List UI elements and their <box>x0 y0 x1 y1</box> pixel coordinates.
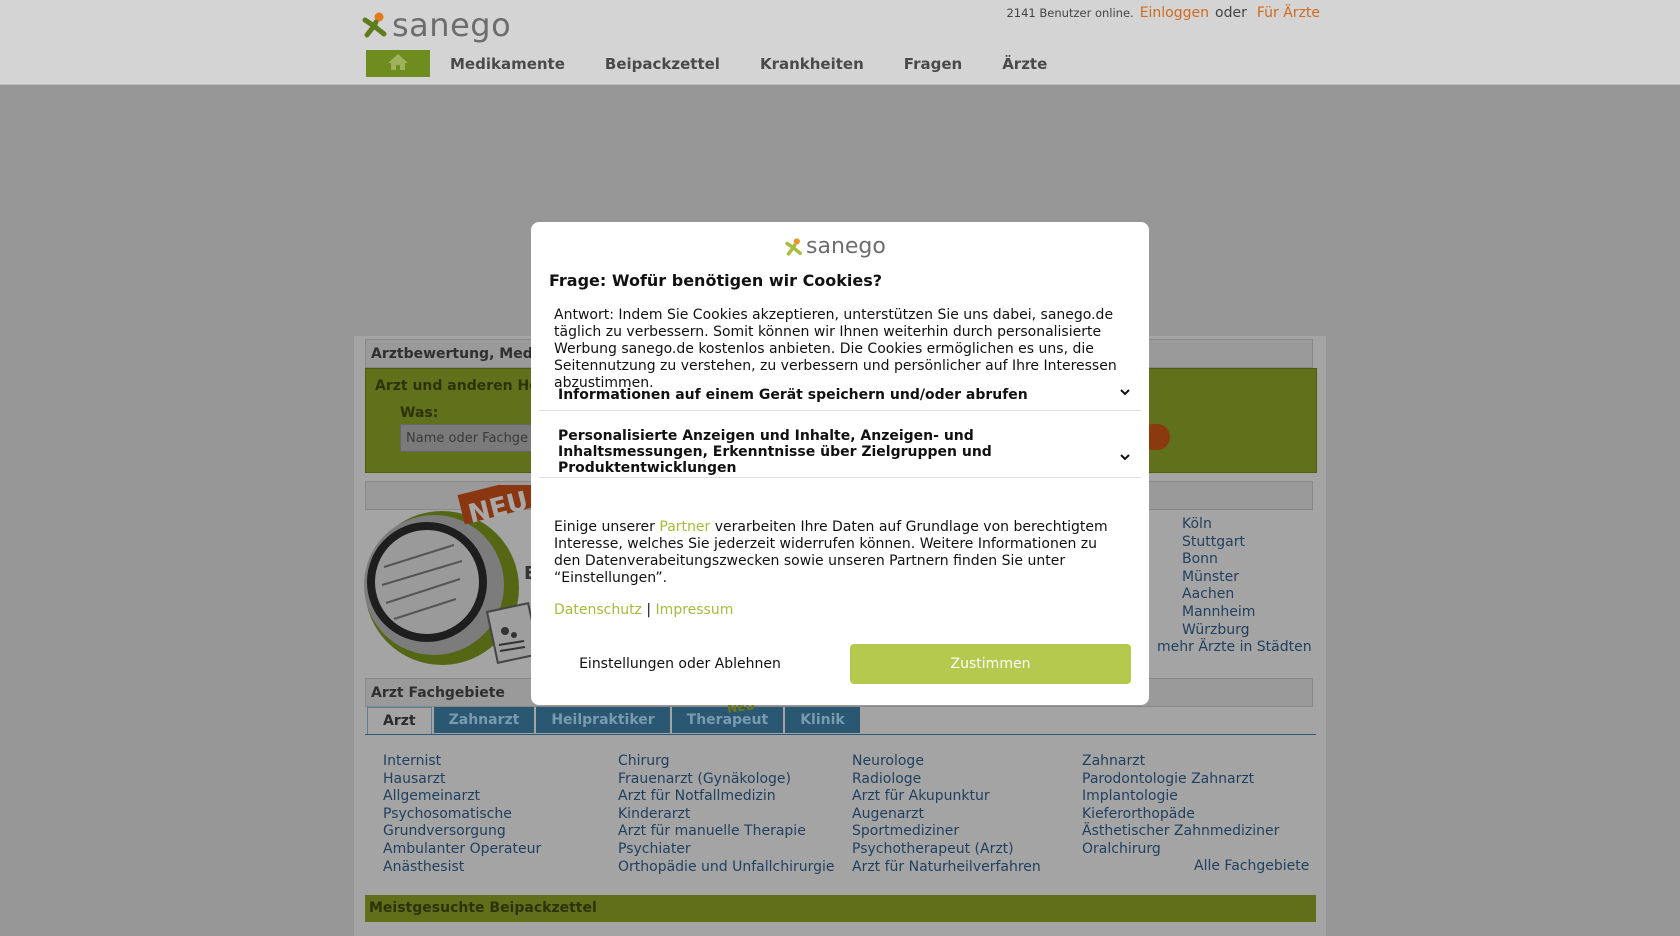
logo-text: sanego <box>392 6 512 44</box>
city-link-mannheim[interactable]: Mannheim <box>1182 604 1255 622</box>
fach-link[interactable]: Augenarzt <box>852 806 1041 824</box>
nav-item-fragen[interactable]: Fragen <box>904 55 962 73</box>
accept-button[interactable]: Zustimmen <box>850 644 1131 684</box>
for-doctors-link[interactable]: Für Ärzte <box>1257 5 1320 21</box>
cookie-consent-dialog: sanego Frage: Wofür benötigen wir Cookie… <box>531 222 1149 705</box>
privacy-link[interactable]: Datenschutz <box>554 602 642 618</box>
partner-text-pre: Einige unserer <box>554 519 655 535</box>
search-what-label: Was: <box>400 405 439 421</box>
fach-column-4: Zahnarzt Parodontologie Zahnarzt Implant… <box>1082 753 1279 859</box>
tab-divider <box>365 734 1316 735</box>
fach-link[interactable]: Orthopädie und Unfallchirurgie <box>618 859 835 877</box>
fach-link[interactable]: Oralchirurg <box>1082 841 1279 859</box>
top-links: 2141 Benutzer online. Einloggen oder Für… <box>1006 5 1320 21</box>
fach-link[interactable]: Anästhesist <box>383 859 541 877</box>
fach-column-3: Neurologe Radiologe Arzt für Akupunktur … <box>852 753 1041 876</box>
city-link-bonn[interactable]: Bonn <box>1182 551 1255 569</box>
accordion-store-info-title: Informationen auf einem Gerät speichern … <box>558 387 1028 403</box>
city-link-stuttgart[interactable]: Stuttgart <box>1182 534 1255 552</box>
fach-link[interactable]: Psychiater <box>618 841 835 859</box>
fach-link[interactable]: Implantologie <box>1082 788 1279 806</box>
fach-link[interactable]: Allgemeinarzt <box>383 788 541 806</box>
nav-home-button[interactable] <box>366 50 430 77</box>
fach-column-1: Internist Hausarzt Allgemeinarzt Psychos… <box>383 753 541 876</box>
fach-tabs: Arzt Zahnarzt Heilpraktiker Therapeut Kl… <box>367 707 862 734</box>
login-link[interactable]: Einloggen <box>1140 5 1209 21</box>
accordion-personalized-ads-title: Personalisierte Anzeigen und Inhalte, An… <box>558 428 992 476</box>
fach-link[interactable]: Chirurg <box>618 753 835 771</box>
chevron-down-icon <box>1119 451 1131 466</box>
fach-link[interactable]: Neurologe <box>852 753 1041 771</box>
city-link-aachen[interactable]: Aachen <box>1182 586 1255 604</box>
fach-link[interactable]: Grundversorgung <box>383 823 541 841</box>
settings-or-decline-button[interactable]: Einstellungen oder Ablehnen <box>554 644 806 684</box>
dialog-answer-text: Antwort: Indem Sie Cookies akzeptieren, … <box>554 307 1117 391</box>
tab-heilpraktiker[interactable]: Heilpraktiker <box>536 707 670 733</box>
fach-link[interactable]: Kieferorthopäde <box>1082 806 1279 824</box>
fach-link[interactable]: Zahnarzt <box>1082 753 1279 771</box>
accordion-personalized-ads[interactable]: Personalisierte Anzeigen und Inhalte, An… <box>539 411 1141 478</box>
partner-link[interactable]: Partner <box>659 519 710 535</box>
fach-link[interactable]: Arzt für Naturheilverfahren <box>852 859 1041 877</box>
partner-notice: Einige unserer Partner verarbeiten Ihre … <box>554 519 1124 587</box>
dialog-logo-text: sanego <box>806 234 886 259</box>
nav-item-medikamente[interactable]: Medikamente <box>450 55 565 73</box>
dialog-logo: sanego <box>785 234 886 259</box>
fach-link[interactable]: Hausarzt <box>383 771 541 789</box>
link-separator: | <box>646 602 652 618</box>
fach-column-2: Chirurg Frauenarzt (Gynäkologe) Arzt für… <box>618 753 835 876</box>
nav-item-krankheiten[interactable]: Krankheiten <box>760 55 864 73</box>
fach-link[interactable]: Ambulanter Operateur <box>383 841 541 859</box>
site-header: sanego 2141 Benutzer online. Einloggen o… <box>0 0 1680 85</box>
fach-link[interactable]: Frauenarzt (Gynäkologe) <box>618 771 835 789</box>
fach-link[interactable]: Arzt für Akupunktur <box>852 788 1041 806</box>
sanego-logo-icon <box>362 12 388 38</box>
nav-item-aerzte[interactable]: Ärzte <box>1002 55 1047 73</box>
chevron-down-icon <box>1119 386 1131 401</box>
dialog-question: Frage: Wofür benötigen wir Cookies? <box>549 271 883 290</box>
fach-link[interactable]: Psychosomatische <box>383 806 541 824</box>
fach-link[interactable]: Ästhetischer Zahnmediziner <box>1082 823 1279 841</box>
dialog-footer-links: Datenschutz | Impressum <box>554 602 733 618</box>
more-cities-link[interactable]: mehr Ärzte in Städten <box>1157 639 1312 655</box>
fach-link[interactable]: Psychotherapeut (Arzt) <box>852 841 1041 859</box>
city-link-muenster[interactable]: Münster <box>1182 569 1255 587</box>
fach-link[interactable]: Internist <box>383 753 541 771</box>
city-link-wuerzburg[interactable]: Würzburg <box>1182 622 1255 640</box>
fach-link[interactable]: Parodontologie Zahnarzt <box>1082 771 1279 789</box>
imprint-link[interactable]: Impressum <box>656 602 734 618</box>
main-nav: Medikamente Beipackzettel Krankheiten Fr… <box>366 50 1047 77</box>
fach-link[interactable]: Sportmediziner <box>852 823 1041 841</box>
all-fachgebiete-link[interactable]: Alle Fachgebiete <box>1194 858 1309 874</box>
fach-link[interactable]: Kinderarzt <box>618 806 835 824</box>
sanego-logo-icon <box>785 237 803 256</box>
fach-link[interactable]: Arzt für Notfallmedizin <box>618 788 835 806</box>
promo-magnifier-image[interactable]: NEU <box>364 475 544 675</box>
tab-arzt[interactable]: Arzt <box>367 707 432 734</box>
users-online: 2141 Benutzer online. <box>1006 6 1134 20</box>
panel-title-beipackzettel: Meistgesuchte Beipackzettel <box>365 895 1316 922</box>
sanego-logo[interactable]: sanego <box>362 6 511 44</box>
or-text: oder <box>1215 5 1247 21</box>
fach-link[interactable]: Radiologe <box>852 771 1041 789</box>
search-title: Arzt und anderen He <box>375 378 539 394</box>
home-icon <box>387 53 409 75</box>
city-link-koeln[interactable]: Köln <box>1182 516 1255 534</box>
city-list: Köln Stuttgart Bonn Münster Aachen Mannh… <box>1182 516 1255 639</box>
nav-item-beipackzettel[interactable]: Beipackzettel <box>605 55 720 73</box>
accordion-store-info[interactable]: Informationen auf einem Gerät speichern … <box>539 382 1141 411</box>
tab-klinik[interactable]: Klinik <box>785 707 860 733</box>
fach-link[interactable]: Arzt für manuelle Therapie <box>618 823 835 841</box>
tab-zahnarzt[interactable]: Zahnarzt <box>433 707 535 733</box>
search-what-input[interactable]: Name oder Fachge <box>400 424 540 452</box>
